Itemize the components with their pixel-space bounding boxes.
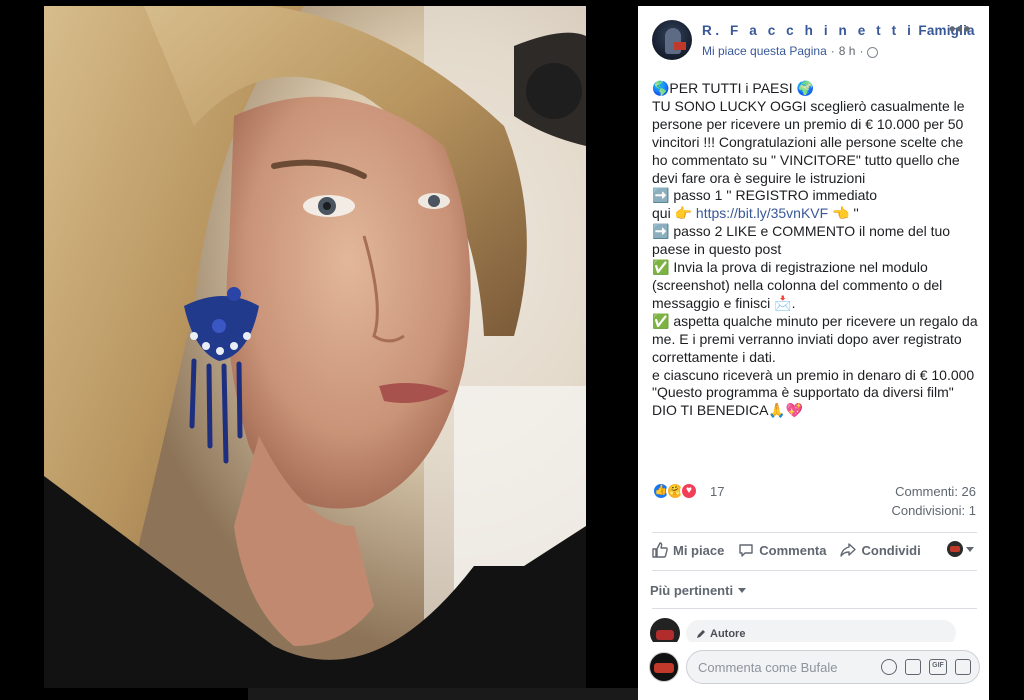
more-options-icon[interactable]: ••• — [949, 20, 971, 38]
meta-separator-2: · — [859, 44, 864, 58]
post-text: 🌎PER TUTTI i PAESI 🌍 TU SONO LUCKY OGGI … — [652, 80, 980, 420]
post-line: ✅ aspetta qualche minuto per ricevere un… — [652, 312, 982, 365]
author-badge-label: Autore — [710, 628, 746, 640]
like-label: Mi piace — [673, 542, 725, 558]
composer-icons: GIF — [881, 659, 971, 675]
thumbs-up-icon — [652, 542, 668, 558]
post-line: 🌎PER TUTTI i PAESI 🌍 — [652, 80, 814, 96]
sticker-icon[interactable] — [955, 659, 971, 675]
share-label: Condividi — [861, 542, 921, 558]
like-button[interactable]: Mi piace — [652, 542, 724, 558]
link-prefix: qui 👉 — [652, 205, 696, 222]
share-icon — [840, 543, 857, 557]
post-link[interactable]: https://bit.ly/35vnKVF — [696, 205, 828, 221]
reaction-count[interactable]: 17 — [710, 484, 724, 499]
reaction-icons[interactable]: 👍 🤗 ♥ — [652, 482, 698, 500]
emoji-icon[interactable] — [881, 659, 897, 675]
link-suffix: 👈 '' — [828, 205, 859, 222]
post-line: ➡️ passo 2 LIKE e COMMENTO il nome del t… — [652, 223, 954, 258]
divider — [652, 570, 977, 571]
post-header: R. F a c c h i n e t t i Famiglia Mi pia… — [652, 18, 977, 62]
post-line-link: qui 👉 https://bit.ly/35vnKVF 👈 '' — [652, 205, 980, 223]
comment-composer: Commenta come Bufale GIF — [638, 642, 989, 700]
woman-portrait-image — [44, 6, 586, 688]
mini-avatar — [947, 541, 963, 557]
comment-icon — [739, 544, 753, 557]
reactions-bar: 👍 🤗 ♥ 17 Commenti: 26 Condivisioni: 1 — [652, 482, 976, 522]
camera-icon[interactable] — [905, 659, 921, 675]
post-line: DIO TI BENEDICA🙏💖 — [652, 402, 804, 419]
post-time[interactable]: 8 h — [839, 44, 856, 58]
post-panel: R. F a c c h i n e t t i Famiglia Mi pia… — [638, 6, 989, 700]
comment-input[interactable]: Commenta come Bufale GIF — [686, 650, 980, 684]
pencil-icon — [697, 630, 705, 638]
comment-label: Commenta — [759, 542, 827, 558]
comments-count[interactable]: Commenti: 26 — [895, 484, 976, 499]
divider — [652, 608, 977, 609]
post-meta: Mi piace questa Pagina · 8 h · — [702, 44, 879, 58]
post-as-selector[interactable] — [947, 541, 974, 557]
shares-count[interactable]: Condivisioni: 1 — [891, 503, 976, 518]
share-button[interactable]: Condividi — [840, 542, 921, 558]
post-photo[interactable] — [44, 6, 586, 688]
chevron-down-icon — [966, 546, 974, 552]
avatar-figure — [665, 28, 681, 54]
avatar-flag — [674, 42, 686, 50]
page-avatar[interactable] — [652, 20, 692, 60]
comment-placeholder: Commenta come Bufale — [698, 660, 838, 675]
post-line: TU SONO LUCKY OGGI sceglierò casualmente… — [652, 97, 969, 186]
post-line: "Questo programma è supportato da divers… — [652, 384, 954, 401]
page-name-link[interactable]: R. F a c c h i n e t t i Famiglia — [702, 23, 975, 38]
love-reaction-icon: ♥ — [680, 482, 698, 500]
divider — [652, 532, 977, 533]
sort-label: Più pertinenti — [650, 583, 734, 598]
comment-sort-dropdown[interactable]: Più pertinenti — [650, 583, 747, 598]
composer-avatar — [649, 652, 679, 682]
post-line: e ciascuno riceverà un premio in denaro … — [652, 366, 975, 383]
gif-icon[interactable]: GIF — [929, 659, 947, 675]
chevron-down-icon — [738, 588, 747, 593]
post-line: ✅ Invia la prova di registrazione nel mo… — [652, 259, 947, 311]
comment-button[interactable]: Commenta — [738, 542, 826, 558]
globe-icon[interactable] — [867, 46, 879, 58]
backdrop-strip — [248, 688, 638, 700]
meta-separator: · — [830, 44, 835, 58]
author-badge: Autore — [696, 628, 745, 640]
like-page-link[interactable]: Mi piace questa Pagina — [702, 44, 827, 58]
post-line: ➡️ passo 1 '' REGISTRO immediato — [652, 187, 878, 204]
page-name-spaced: R. F a c c h i n e t t i — [702, 23, 915, 38]
action-bar: Mi piace Commenta Condividi — [652, 538, 974, 562]
